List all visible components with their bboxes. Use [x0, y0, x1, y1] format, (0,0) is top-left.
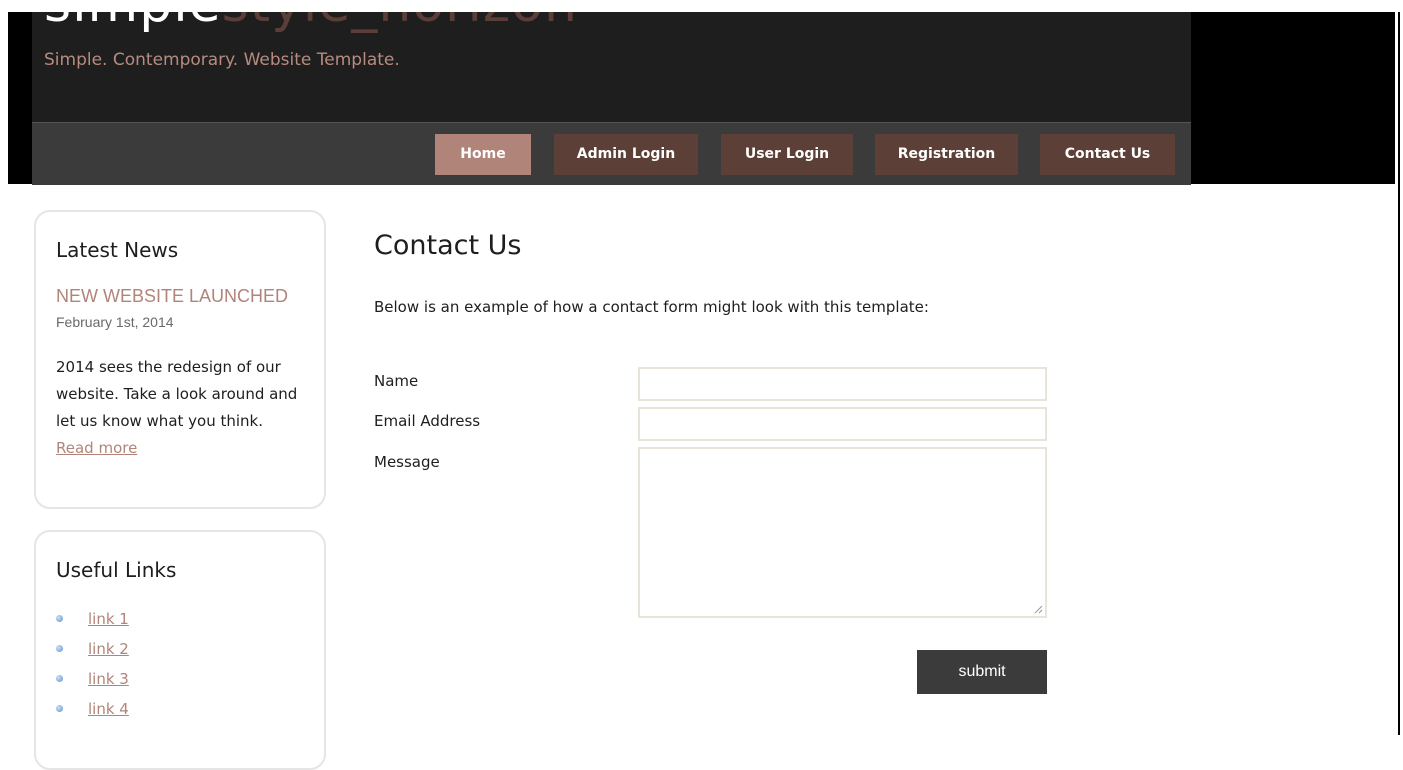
link-1[interactable]: link 1: [88, 610, 129, 628]
main-menu: Home Admin Login User Login Registration…: [32, 122, 1191, 185]
list-item: link 2: [56, 634, 129, 664]
submit-button[interactable]: submit: [917, 650, 1047, 694]
link-4[interactable]: link 4: [88, 700, 129, 718]
name-label: Name: [374, 372, 419, 390]
logo-part2: style_horizon: [222, 12, 578, 34]
news-body: 2014 sees the redesign of our website. T…: [56, 354, 312, 462]
bullet-icon: [56, 615, 63, 622]
read-more-link[interactable]: Read more: [56, 439, 137, 457]
useful-links-list: link 1 link 2 link 3 link 4: [56, 604, 129, 724]
name-field[interactable]: [638, 367, 1047, 401]
list-item: link 1: [56, 604, 129, 634]
bullet-icon: [56, 705, 63, 712]
latest-news-box: Latest News NEW WEBSITE LAUNCHED Februar…: [34, 210, 326, 509]
menu-item-registration[interactable]: Registration: [875, 134, 1018, 175]
intro-text: Below is an example of how a contact for…: [374, 298, 929, 316]
site-logo[interactable]: simplestyle_horizon: [44, 12, 578, 30]
site-header: simplestyle_horizon Simple. Contemporary…: [32, 12, 1191, 123]
bullet-icon: [56, 675, 63, 682]
news-title: NEW WEBSITE LAUNCHED: [56, 286, 289, 306]
link-2[interactable]: link 2: [88, 640, 129, 658]
list-item: link 4: [56, 694, 129, 724]
resize-handle-icon[interactable]: [1033, 604, 1043, 614]
news-date: February 1st, 2014: [56, 314, 174, 330]
menu-item-contact-us[interactable]: Contact Us: [1040, 134, 1175, 175]
news-text: 2014 sees the redesign of our website. T…: [56, 358, 298, 430]
email-field[interactable]: [638, 407, 1047, 441]
list-item: link 3: [56, 664, 129, 694]
useful-links-heading: Useful Links: [56, 558, 177, 582]
site-slogan: Simple. Contemporary. Website Template.: [44, 50, 400, 70]
useful-links-box: Useful Links link 1 link 2 link 3 link 4: [34, 530, 326, 770]
page-title: Contact Us: [374, 230, 522, 261]
menu-item-admin-login[interactable]: Admin Login: [554, 134, 698, 175]
page-right-border: [1398, 12, 1400, 735]
link-3[interactable]: link 3: [88, 670, 129, 688]
logo-part1: simple: [44, 12, 222, 34]
menu-item-home[interactable]: Home: [435, 134, 531, 175]
email-label: Email Address: [374, 412, 481, 430]
latest-news-heading: Latest News: [56, 238, 179, 262]
menu-item-user-login[interactable]: User Login: [721, 134, 853, 175]
message-label: Message: [374, 453, 440, 471]
bullet-icon: [56, 645, 63, 652]
page-top-margin: [0, 0, 1403, 12]
message-textarea[interactable]: [638, 447, 1047, 618]
